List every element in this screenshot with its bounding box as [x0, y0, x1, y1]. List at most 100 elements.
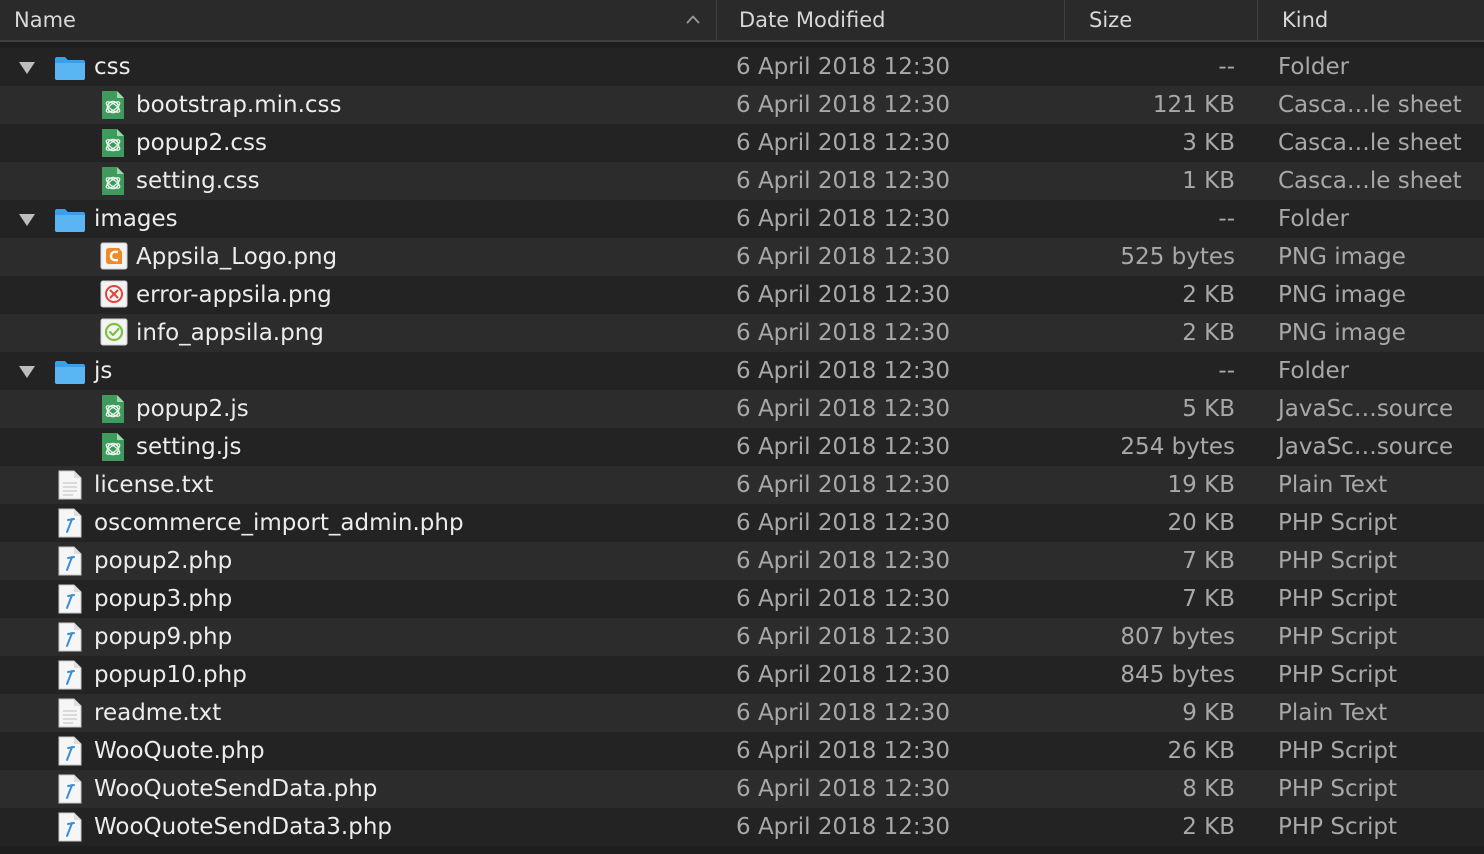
- column-header-kind-label: Kind: [1282, 8, 1329, 32]
- file-name: readme.txt: [94, 700, 222, 726]
- file-size: 807 bytes: [1120, 624, 1235, 650]
- file-size: 2 KB: [1182, 320, 1235, 346]
- file-name: images: [94, 206, 178, 232]
- file-kind: Plain Text: [1278, 700, 1388, 726]
- date-modified: 6 April 2018 12:30: [736, 92, 950, 118]
- column-header-size[interactable]: Size: [1065, 0, 1258, 40]
- file-kind: PHP Script: [1278, 662, 1398, 688]
- file-size: 2 KB: [1182, 814, 1235, 840]
- file-list: css 6 April 2018 12:30 -- Folder bootstrap.m…: [0, 48, 1484, 846]
- file-kind: PHP Script: [1278, 624, 1398, 650]
- file-name: info_appsila.png: [136, 320, 324, 346]
- file-row[interactable]: readme.txt 6 April 2018 12:30 9 KB Plain Te…: [0, 694, 1484, 732]
- file-row[interactable]: WooQuoteSendData.php 6 April 2018 12:30 8 …: [0, 770, 1484, 808]
- column-header-name[interactable]: Name: [0, 0, 717, 40]
- file-row[interactable]: popup2.php 6 April 2018 12:30 7 KB PHP Scri…: [0, 542, 1484, 580]
- file-row[interactable]: popup3.php 6 April 2018 12:30 7 KB PHP Scri…: [0, 580, 1484, 618]
- disclosure-triangle-icon[interactable]: [17, 60, 37, 76]
- logo-image-icon: [100, 242, 128, 270]
- file-row[interactable]: license.txt 6 April 2018 12:30 19 KB Plain …: [0, 466, 1484, 504]
- file-name: setting.js: [136, 434, 242, 460]
- file-name: js: [94, 358, 113, 384]
- file-row[interactable]: setting.js 6 April 2018 12:30 254 bytes Jav…: [0, 428, 1484, 466]
- date-modified: 6 April 2018 12:30: [736, 472, 950, 498]
- file-row[interactable]: setting.css 6 April 2018 12:30 1 KB Casca…l…: [0, 162, 1484, 200]
- file-size: --: [1218, 54, 1235, 80]
- date-modified: 6 April 2018 12:30: [736, 320, 950, 346]
- file-name: error-appsila.png: [136, 282, 332, 308]
- folder-row[interactable]: images 6 April 2018 12:30 -- Folder: [0, 200, 1484, 238]
- file-name: oscommerce_import_admin.php: [94, 510, 464, 536]
- php-file-icon: [58, 660, 86, 690]
- file-size: 8 KB: [1182, 776, 1235, 802]
- column-header-date-modified[interactable]: Date Modified: [717, 0, 1065, 40]
- date-modified: 6 April 2018 12:30: [736, 54, 950, 80]
- js-file-icon: [100, 394, 128, 423]
- file-size: 5 KB: [1182, 396, 1235, 422]
- file-size: 845 bytes: [1120, 662, 1235, 688]
- file-name: popup2.js: [136, 396, 249, 422]
- file-name: css: [94, 54, 131, 80]
- php-file-icon: [58, 736, 86, 766]
- date-modified: 6 April 2018 12:30: [736, 738, 950, 764]
- file-size: 121 KB: [1152, 92, 1235, 118]
- file-size: 9 KB: [1182, 700, 1235, 726]
- date-modified: 6 April 2018 12:30: [736, 510, 950, 536]
- file-kind: PHP Script: [1278, 738, 1398, 764]
- php-file-icon: [58, 812, 86, 842]
- file-kind: PNG image: [1278, 282, 1406, 308]
- file-kind: PNG image: [1278, 244, 1406, 270]
- folder-row[interactable]: js 6 April 2018 12:30 -- Folder: [0, 352, 1484, 390]
- file-row[interactable]: popup10.php 6 April 2018 12:30 845 bytes PH…: [0, 656, 1484, 694]
- date-modified: 6 April 2018 12:30: [736, 548, 950, 574]
- date-modified: 6 April 2018 12:30: [736, 396, 950, 422]
- file-kind: PHP Script: [1278, 548, 1398, 574]
- column-header-bar: Name Date Modified Size Kind: [0, 0, 1484, 42]
- file-row[interactable]: WooQuoteSendData3.php 6 April 2018 12:30 2…: [0, 808, 1484, 846]
- js-file-icon: [100, 432, 128, 461]
- date-modified: 6 April 2018 12:30: [736, 776, 950, 802]
- php-file-icon: [58, 584, 86, 614]
- file-kind: Casca…le sheet: [1278, 168, 1462, 194]
- file-size: 7 KB: [1182, 548, 1235, 574]
- folder-icon: [54, 359, 85, 387]
- file-name: popup2.php: [94, 548, 233, 574]
- css-file-icon: [100, 166, 128, 195]
- date-modified: 6 April 2018 12:30: [736, 168, 950, 194]
- file-row[interactable]: WooQuote.php 6 April 2018 12:30 26 KB PHP S…: [0, 732, 1484, 770]
- date-modified: 6 April 2018 12:30: [736, 206, 950, 232]
- file-row[interactable]: bootstrap.min.css 6 April 2018 12:30 121 K…: [0, 86, 1484, 124]
- folder-row[interactable]: css 6 April 2018 12:30 -- Folder: [0, 48, 1484, 86]
- file-kind: PHP Script: [1278, 814, 1398, 840]
- file-row[interactable]: info_appsila.png 6 April 2018 12:30 2 KB PN…: [0, 314, 1484, 352]
- column-header-kind[interactable]: Kind: [1258, 0, 1484, 40]
- file-kind: PNG image: [1278, 320, 1406, 346]
- text-file-icon: [58, 698, 86, 728]
- file-name: popup10.php: [94, 662, 247, 688]
- column-header-date-label: Date Modified: [739, 8, 886, 32]
- date-modified: 6 April 2018 12:30: [736, 662, 950, 688]
- file-row[interactable]: popup9.php 6 April 2018 12:30 807 bytes PHP…: [0, 618, 1484, 656]
- file-kind: Folder: [1278, 358, 1350, 384]
- file-name: license.txt: [94, 472, 214, 498]
- php-file-icon: [58, 622, 86, 652]
- file-row[interactable]: Appsila_Logo.png 6 April 2018 12:30 525 by…: [0, 238, 1484, 276]
- file-kind: JavaSc…source: [1278, 396, 1454, 422]
- error-image-icon: [100, 280, 128, 308]
- file-kind: PHP Script: [1278, 510, 1398, 536]
- file-kind: PHP Script: [1278, 776, 1398, 802]
- file-size: 1 KB: [1182, 168, 1235, 194]
- disclosure-triangle-icon[interactable]: [17, 364, 37, 380]
- file-kind: Plain Text: [1278, 472, 1388, 498]
- file-row[interactable]: popup2.css 6 April 2018 12:30 3 KB Casca…le…: [0, 124, 1484, 162]
- disclosure-triangle-icon[interactable]: [17, 212, 37, 228]
- file-size: --: [1218, 358, 1235, 384]
- text-file-icon: [58, 470, 86, 500]
- file-kind: Casca…le sheet: [1278, 92, 1462, 118]
- file-row[interactable]: error-appsila.png 6 April 2018 12:30 2 KB P…: [0, 276, 1484, 314]
- file-size: 7 KB: [1182, 586, 1235, 612]
- file-row[interactable]: oscommerce_import_admin.php 6 April 2018 …: [0, 504, 1484, 542]
- file-kind: Folder: [1278, 54, 1350, 80]
- file-row[interactable]: popup2.js 6 April 2018 12:30 5 KB JavaSc…so…: [0, 390, 1484, 428]
- php-file-icon: [58, 508, 86, 538]
